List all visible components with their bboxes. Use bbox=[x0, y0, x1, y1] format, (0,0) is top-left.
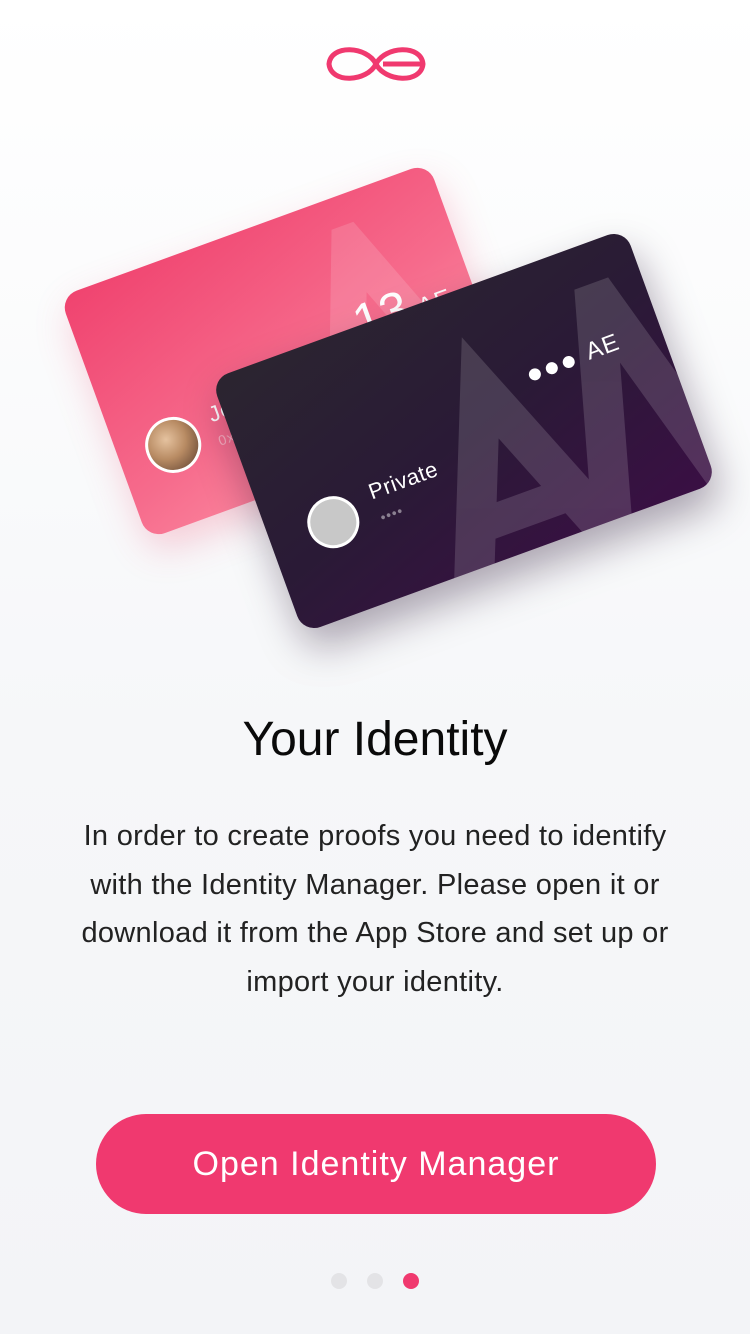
page-title: Your Identity bbox=[242, 713, 508, 766]
page-dot-active[interactable] bbox=[403, 1273, 419, 1289]
page-indicator bbox=[0, 1273, 750, 1289]
ae-watermark-icon bbox=[453, 263, 717, 604]
user-photo-avatar bbox=[137, 409, 210, 481]
page-dot[interactable] bbox=[331, 1273, 347, 1289]
aeternity-logo-icon bbox=[326, 47, 426, 81]
open-identity-manager-button[interactable]: Open Identity Manager bbox=[96, 1114, 656, 1214]
page-description: In order to create proofs you need to id… bbox=[81, 820, 669, 998]
identity-cards-illustration: Joan Work 0x5E6794••• 13 AE AE Private •… bbox=[0, 120, 750, 634]
card-address: •••• bbox=[377, 502, 406, 526]
page-dot[interactable] bbox=[367, 1273, 383, 1289]
empty-avatar bbox=[299, 488, 367, 556]
